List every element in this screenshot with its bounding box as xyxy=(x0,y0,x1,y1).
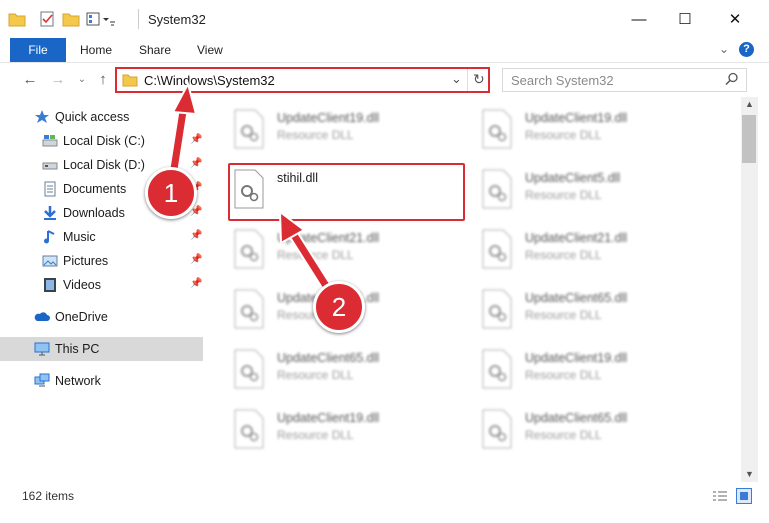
step-2-badge: 2 xyxy=(313,281,365,333)
step-1-badge: 1 xyxy=(145,167,197,219)
annotation-arrows xyxy=(166,81,341,306)
